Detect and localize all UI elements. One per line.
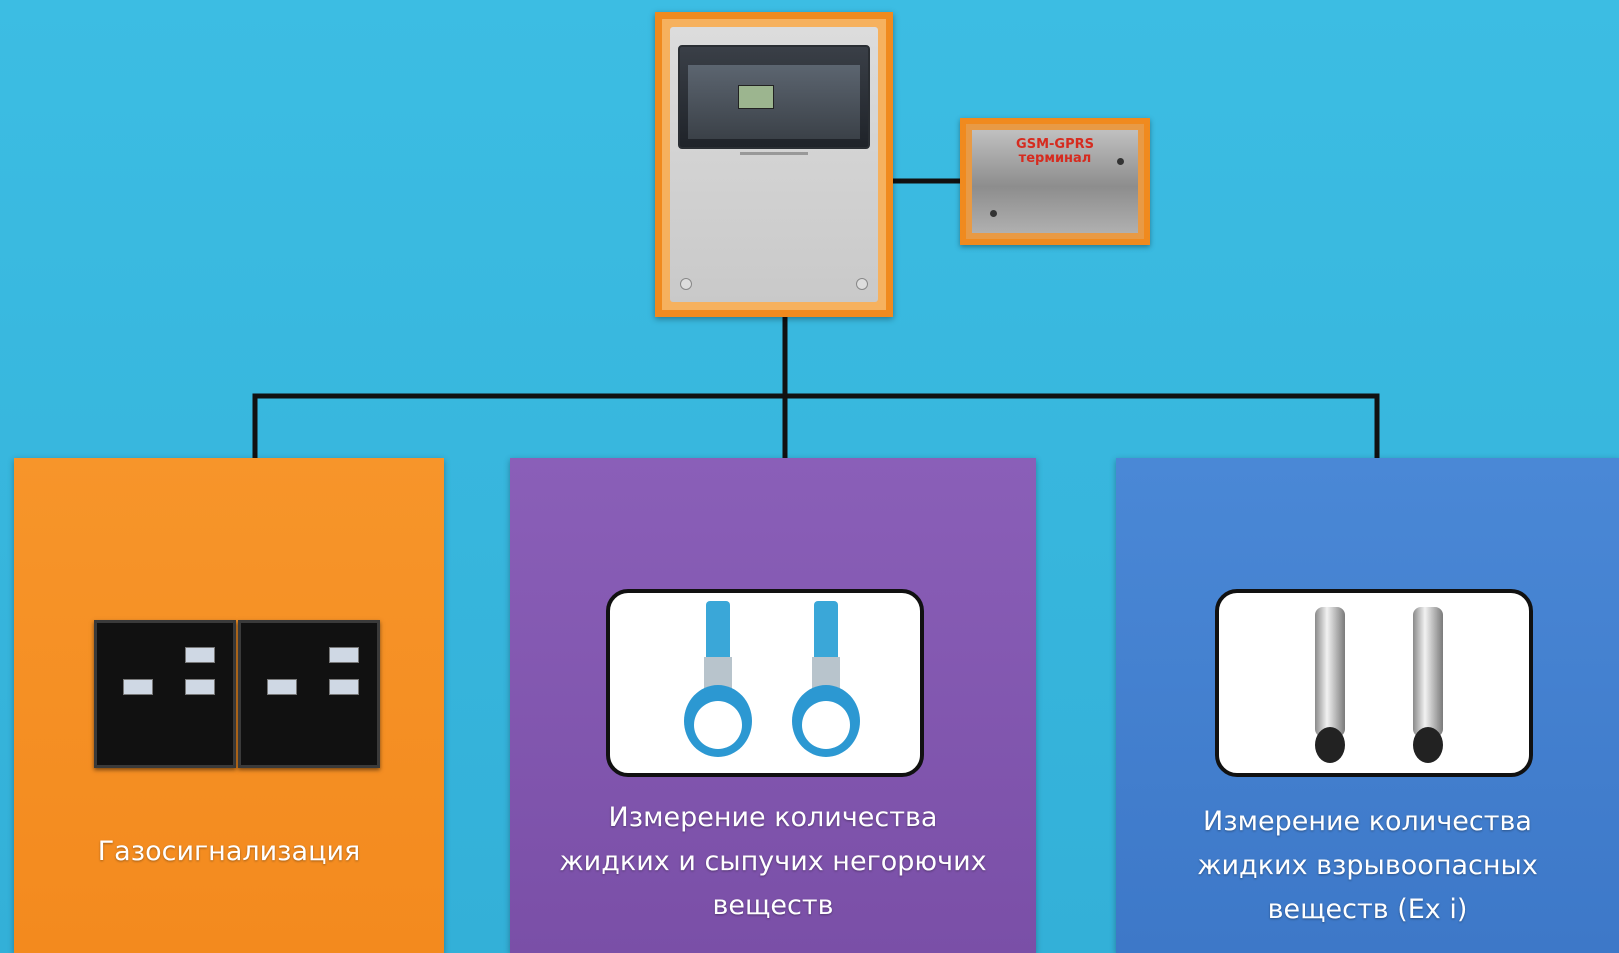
- caption-line: жидких взрывоопасных: [1197, 850, 1538, 881]
- ultrasonic-sensors-illustration: [684, 601, 860, 757]
- caption-explosive-liquids: Измерение количества жидких взрывоопасны…: [1116, 800, 1619, 932]
- caption-line: жидких и сыпучих негорючих: [559, 846, 987, 877]
- caption-line: Измерение количества: [608, 802, 938, 833]
- sensor-window: [185, 679, 215, 695]
- liquid-sensors-frame: [606, 589, 924, 777]
- led-icon: [990, 210, 997, 217]
- gsm-terminal-subtitle: терминал: [1018, 151, 1092, 166]
- level-probe-icon: [1413, 607, 1443, 763]
- sensor-window: [123, 679, 153, 695]
- sensor-window: [329, 679, 359, 695]
- sensor-window: [185, 647, 215, 663]
- sensor-window: [267, 679, 297, 695]
- gsm-terminal: GSM-GPRS терминал: [960, 118, 1150, 245]
- cabinet-body: [670, 27, 878, 302]
- ultrasonic-sensor-icon: [792, 601, 860, 757]
- gas-sensor-device: [94, 620, 236, 768]
- cabinet-divider: [740, 152, 808, 155]
- led-icon: [1117, 158, 1124, 165]
- cabinet-window-inner: [688, 65, 860, 139]
- hydrostatic-probes-illustration: [1315, 607, 1443, 763]
- screw-icon: [856, 278, 868, 290]
- sensor-window: [329, 647, 359, 663]
- caption-line: веществ (Ex i): [1267, 894, 1468, 925]
- controller-display: [738, 85, 774, 109]
- gas-sensor-device: [238, 620, 380, 768]
- caption-line: веществ: [712, 890, 834, 921]
- controller-cabinet: [655, 12, 893, 317]
- screw-icon: [680, 278, 692, 290]
- level-probe-icon: [1315, 607, 1345, 763]
- caption-gas-alarm: Газосигнализация: [97, 836, 361, 867]
- cabinet-window: [678, 45, 870, 149]
- ex-sensors-frame: [1215, 589, 1533, 777]
- caption-liquid-bulk: Измерение количества жидких и сыпучих не…: [510, 796, 1036, 928]
- ultrasonic-sensor-icon: [684, 601, 752, 757]
- gsm-terminal-plate: GSM-GPRS терминал: [972, 130, 1138, 233]
- gsm-terminal-title: GSM-GPRS: [1016, 137, 1094, 152]
- caption-line: Измерение количества: [1203, 806, 1532, 837]
